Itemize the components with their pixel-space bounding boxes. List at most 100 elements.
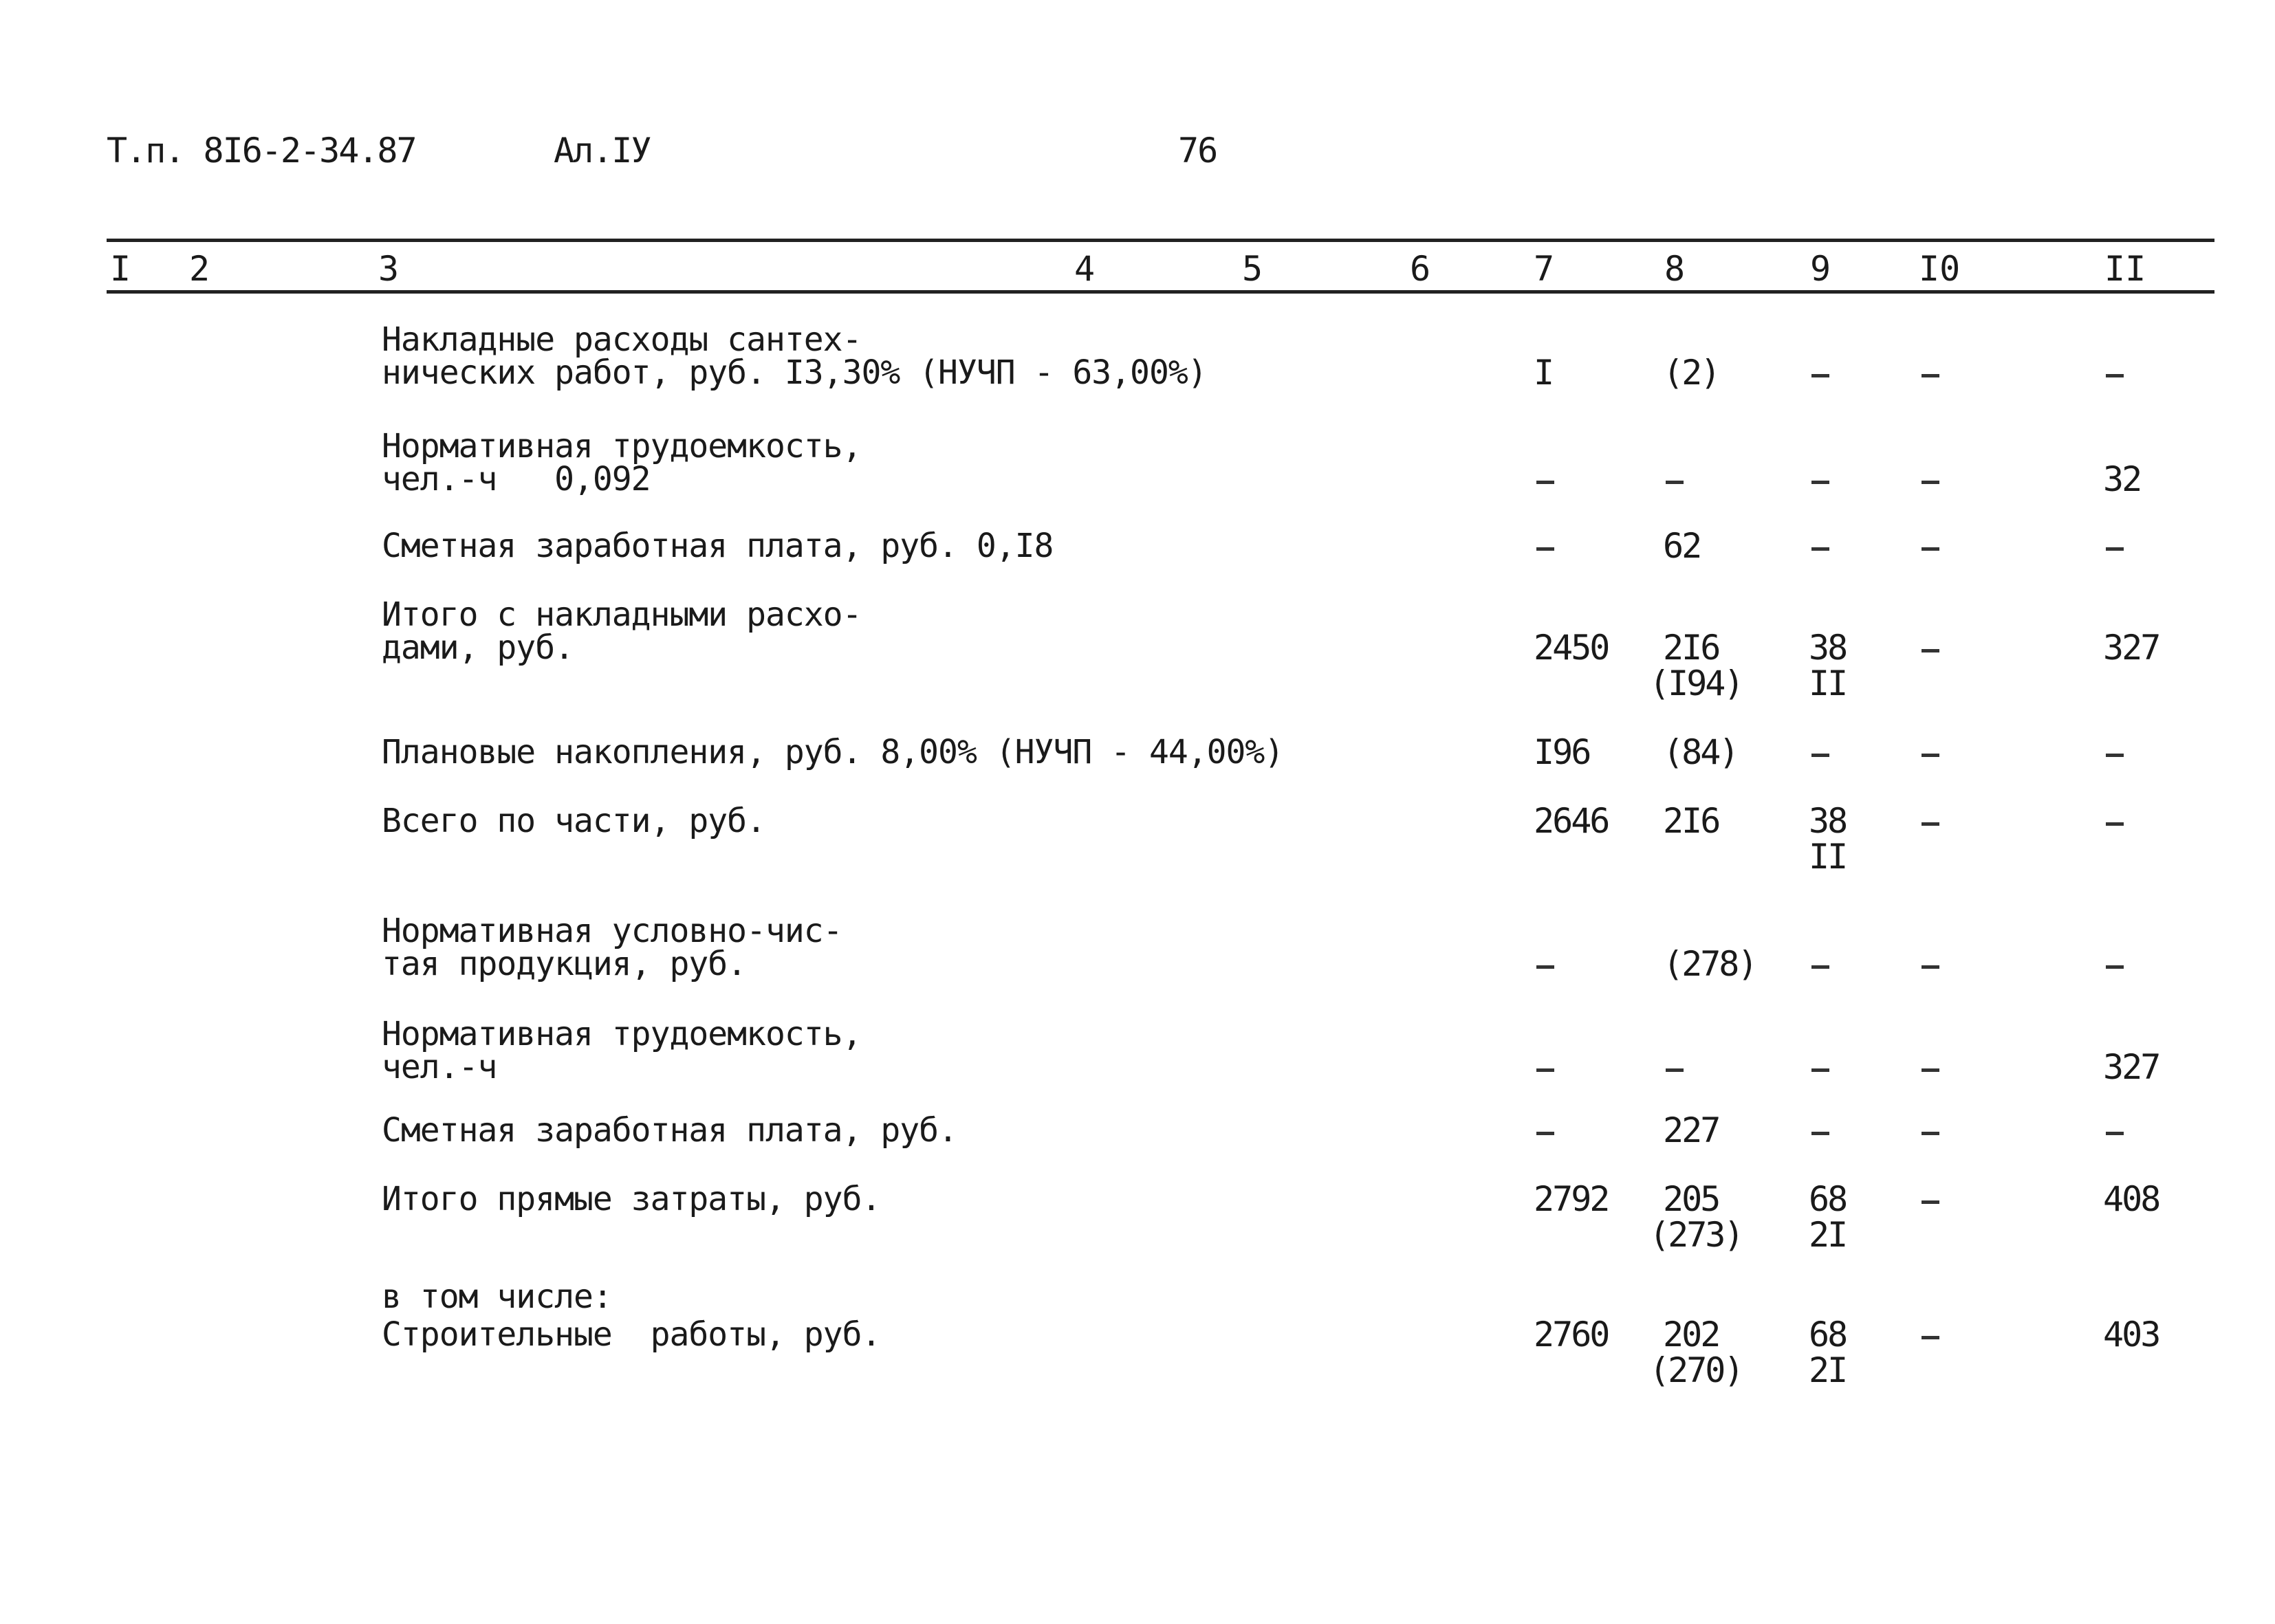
row-label-line: Итого прямые затраты, руб.: [382, 1180, 881, 1218]
cell-c7: 2760: [1534, 1315, 1610, 1354]
empty-value-dash: [1811, 965, 1829, 969]
empty-value-dash: [1922, 754, 1939, 757]
cell-c8: 202: [1663, 1315, 1721, 1354]
cell-c8: (I94): [1649, 663, 1745, 703]
empty-value-dash: [2106, 547, 2124, 551]
column-header: II: [2104, 249, 2146, 289]
empty-value-dash: [1922, 374, 1939, 377]
column-header: 6: [1410, 249, 1431, 289]
empty-value-dash: [1811, 481, 1829, 484]
cell-c9: 38: [1809, 801, 1848, 841]
row-label-line: Сметная заработная плата, руб.: [382, 1111, 958, 1150]
cell-c9: 2I: [1809, 1350, 1848, 1390]
empty-value-dash: [2106, 754, 2124, 757]
row-label: Нормативная условно-чис-тая продукция, р…: [382, 912, 843, 983]
cell-c8: 2I6: [1663, 628, 1721, 668]
row-label: Нормативная трудоемкость, чел.-ч: [382, 1015, 862, 1086]
empty-value-dash: [1811, 1132, 1829, 1135]
empty-value-dash: [1536, 481, 1554, 484]
row-label-line: нических работ, руб. I3,30% (НУЧП - 63,0…: [382, 353, 1208, 392]
empty-value-dash: [2106, 965, 2124, 969]
cell-c8: (270): [1649, 1350, 1745, 1390]
row-label-line: Всего по части, руб.: [382, 802, 766, 840]
table-header-rule: [107, 290, 2214, 294]
column-header: 2: [189, 249, 210, 289]
cell-c9: 2I: [1809, 1215, 1848, 1255]
page-number: 76: [1178, 131, 1218, 171]
column-header: 8: [1664, 249, 1686, 289]
column-header: 9: [1810, 249, 1831, 289]
cell-c11: 327: [2103, 1047, 2161, 1087]
cell-c7: I: [1534, 353, 1554, 393]
row-label: в том числе:: [382, 1277, 613, 1316]
cell-c8: 62: [1663, 526, 1702, 566]
document-code: Т.п. 8I6-2-34.87: [107, 131, 417, 171]
row-label-line: тая продукция, руб.: [382, 945, 747, 983]
cell-c9: 68: [1809, 1315, 1848, 1354]
cell-c9: II: [1809, 663, 1848, 703]
empty-value-dash: [1666, 481, 1684, 484]
column-header: I: [110, 249, 131, 289]
column-header: 5: [1242, 249, 1263, 289]
empty-value-dash: [1811, 547, 1829, 551]
row-label: Всего по части, руб.: [382, 802, 766, 840]
row-label-line: в том числе:: [382, 1277, 613, 1316]
row-label-line: Нормативная трудоемкость,: [382, 427, 862, 465]
row-label-line: дами, руб.: [382, 628, 574, 667]
row-label: Итого с накладными расхо-дами, руб.: [382, 595, 862, 667]
cell-c8: (2): [1663, 353, 1721, 393]
cell-c9: II: [1809, 837, 1848, 877]
cell-c8: (273): [1649, 1215, 1745, 1255]
cell-c9: 38: [1809, 628, 1848, 668]
row-label: Сметная заработная плата, руб. 0,I8: [382, 527, 1054, 565]
empty-value-dash: [1922, 822, 1939, 826]
empty-value-dash: [1922, 1200, 1939, 1204]
empty-value-dash: [1811, 1068, 1829, 1072]
empty-value-dash: [1922, 1336, 1939, 1339]
empty-value-dash: [2106, 1132, 2124, 1135]
empty-value-dash: [1922, 1068, 1939, 1072]
row-label-line: Нормативная условно-чис-: [382, 912, 843, 950]
cell-c8: (278): [1663, 944, 1759, 984]
row-label-line: Накладные расходы сантех-: [382, 320, 862, 359]
empty-value-dash: [1922, 1132, 1939, 1135]
empty-value-dash: [1811, 374, 1829, 377]
empty-value-dash: [1922, 965, 1939, 969]
cell-c8: (84): [1663, 732, 1739, 772]
empty-value-dash: [1922, 481, 1939, 484]
empty-value-dash: [2106, 822, 2124, 826]
album-number: Ал.IУ: [554, 131, 652, 171]
cell-c8: 2I6: [1663, 801, 1721, 841]
row-label: Плановые накопления, руб. 8,00% (НУЧП - …: [382, 733, 1284, 771]
row-label-line: Итого с накладными расхо-: [382, 595, 862, 634]
column-header: 4: [1074, 249, 1096, 289]
cell-c11: 327: [2103, 628, 2161, 668]
row-label-line: Строительные работы, руб.: [382, 1315, 881, 1354]
cell-c11: 32: [2103, 459, 2142, 499]
row-label: Итого прямые затраты, руб.: [382, 1180, 881, 1218]
row-label: Сметная заработная плата, руб.: [382, 1111, 958, 1150]
row-label: Нормативная трудоемкость, чел.-ч 0,092: [382, 427, 862, 498]
cell-c8: 227: [1663, 1110, 1721, 1150]
cell-c7: 2450: [1534, 628, 1610, 668]
cell-c11: 403: [2103, 1315, 2161, 1354]
row-label-line: Сметная заработная плата, руб. 0,I8: [382, 527, 1054, 565]
row-label-line: Нормативная трудоемкость,: [382, 1015, 862, 1053]
column-header: 3: [378, 249, 400, 289]
row-label-line: чел.-ч 0,092: [382, 460, 651, 498]
cell-c7: 2792: [1534, 1179, 1610, 1219]
empty-value-dash: [1922, 649, 1939, 652]
empty-value-dash: [1536, 1068, 1554, 1072]
row-label: Строительные работы, руб.: [382, 1315, 881, 1354]
table-top-rule: [107, 239, 2214, 242]
row-label-line: Плановые накопления, руб. 8,00% (НУЧП - …: [382, 733, 1284, 771]
empty-value-dash: [1536, 1132, 1554, 1135]
empty-value-dash: [2106, 374, 2124, 377]
empty-value-dash: [1536, 965, 1554, 969]
cell-c7: I96: [1534, 732, 1591, 772]
empty-value-dash: [1922, 547, 1939, 551]
empty-value-dash: [1811, 754, 1829, 757]
column-header: I0: [1919, 249, 1961, 289]
row-label-line: чел.-ч: [382, 1048, 497, 1086]
empty-value-dash: [1536, 547, 1554, 551]
